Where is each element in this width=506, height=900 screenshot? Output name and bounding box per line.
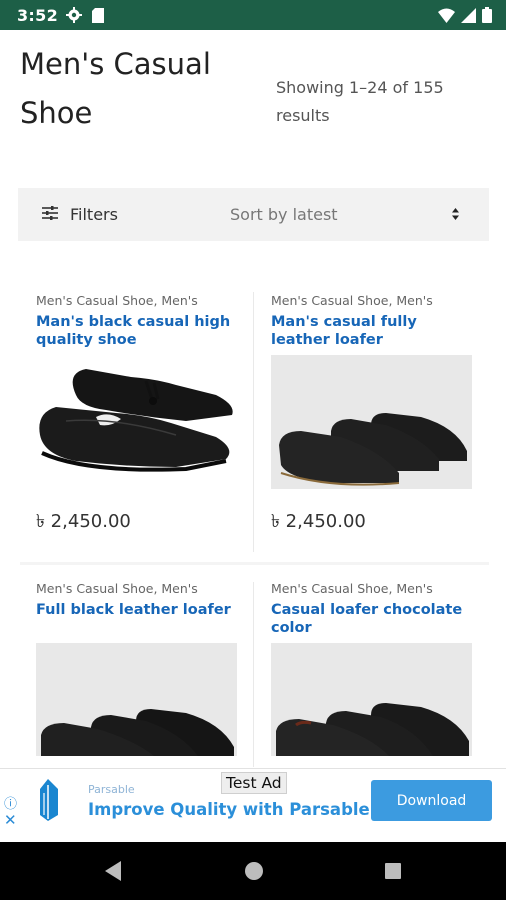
ad-brand: Parsable	[88, 783, 135, 796]
recents-icon[interactable]	[384, 860, 402, 886]
back-icon[interactable]	[103, 860, 123, 886]
product-price: ৳ 2,450.00	[36, 511, 131, 532]
gear-icon	[66, 7, 82, 27]
product-title[interactable]: Casual loafer chocolate color	[271, 602, 473, 638]
close-icon[interactable]: ✕	[4, 811, 17, 829]
row-divider	[20, 562, 489, 565]
product-image[interactable]	[271, 355, 472, 489]
parsable-logo-icon	[36, 779, 62, 825]
product-category[interactable]: Men's Casual Shoe, Men's	[36, 581, 238, 599]
product-category[interactable]: Men's Casual Shoe, Men's	[36, 293, 238, 311]
results-count: Showing 1–24 of 155 results	[276, 78, 444, 125]
product-card[interactable]: Men's Casual Shoe, Men's Casual loafer c…	[271, 581, 473, 756]
page-title: Men's Casual Shoe	[20, 47, 211, 130]
ad-headline[interactable]: Improve Quality with Parsable	[88, 800, 370, 819]
product-image[interactable]	[36, 355, 237, 489]
signal-icon	[461, 7, 476, 27]
sort-select[interactable]: Sort by latest	[230, 188, 470, 241]
column-divider	[253, 292, 254, 552]
product-image[interactable]	[36, 643, 237, 756]
download-button[interactable]: Download	[371, 780, 492, 821]
test-ad-label: Test Ad	[221, 772, 287, 794]
product-title[interactable]: Man's casual fully leather loafer	[271, 314, 473, 350]
product-title[interactable]: Full black leather loafer	[36, 602, 238, 638]
wifi-icon	[438, 8, 455, 27]
status-bar: 3:52	[0, 0, 506, 30]
info-icon[interactable]: ⓘ	[4, 793, 17, 812]
product-price: ৳ 2,450.00	[271, 511, 366, 532]
column-divider	[253, 582, 254, 767]
product-card[interactable]: Men's Casual Shoe, Men's Man's black cas…	[36, 293, 238, 538]
product-category[interactable]: Men's Casual Shoe, Men's	[271, 293, 473, 311]
home-icon[interactable]	[244, 860, 264, 886]
system-nav-bar	[0, 842, 506, 900]
product-title[interactable]: Man's black casual high quality shoe	[36, 314, 238, 350]
status-time: 3:52	[17, 6, 58, 25]
product-image[interactable]	[271, 643, 472, 756]
product-card[interactable]: Men's Casual Shoe, Men's Full black leat…	[36, 581, 238, 756]
sd-card-icon	[92, 7, 104, 27]
sort-value: Sort by latest	[230, 205, 338, 224]
filters-button[interactable]: Filters	[42, 188, 118, 241]
ad-banner[interactable]: ⓘ ✕ Parsable Improve Quality with Parsab…	[0, 768, 506, 832]
filters-label: Filters	[70, 205, 118, 224]
product-category[interactable]: Men's Casual Shoe, Men's	[271, 581, 473, 599]
product-card[interactable]: Men's Casual Shoe, Men's Man's casual fu…	[271, 293, 473, 538]
shop-toolbar: Filters Sort by latest	[18, 188, 489, 241]
filter-sliders-icon	[42, 205, 58, 224]
sort-arrows-icon	[451, 206, 460, 225]
battery-icon	[482, 7, 492, 27]
